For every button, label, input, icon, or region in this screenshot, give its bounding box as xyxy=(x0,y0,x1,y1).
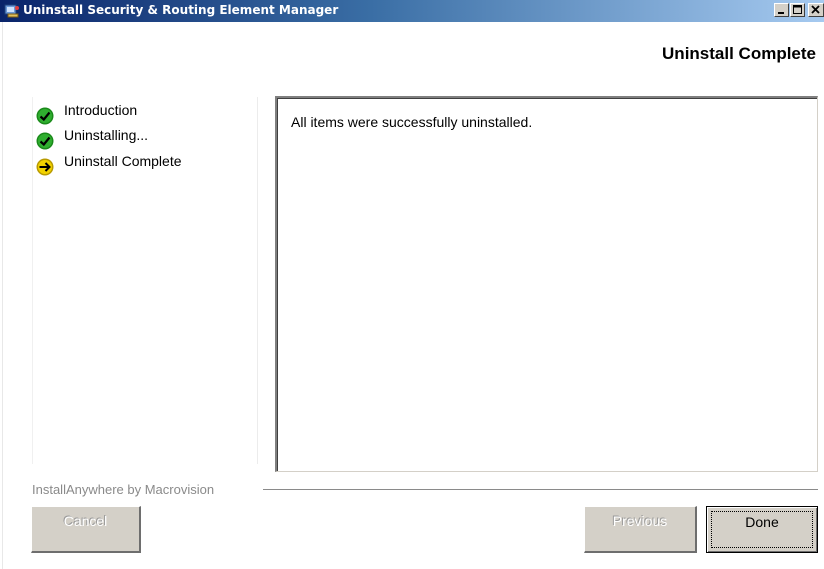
done-button[interactable]: Done xyxy=(706,506,818,553)
page-title: Uninstall Complete xyxy=(662,44,816,63)
footer-divider xyxy=(263,489,818,491)
maximize-button[interactable] xyxy=(790,3,805,17)
close-button[interactable] xyxy=(808,3,824,17)
cancel-button-label: Cancel xyxy=(63,513,108,529)
step-label: Uninstall Complete xyxy=(64,153,182,169)
done-button-label: Done xyxy=(745,514,779,530)
step-uninstall-complete: Uninstall Complete xyxy=(36,153,256,176)
brand-label: InstallAnywhere by Macrovision xyxy=(32,482,215,497)
status-message: All items were successfully uninstalled. xyxy=(291,114,533,130)
green-check-icon xyxy=(36,132,54,150)
window-title: Uninstall Security & Routing Element Man… xyxy=(23,3,339,17)
cancel-button[interactable]: Cancel xyxy=(31,506,141,553)
step-label: Uninstalling... xyxy=(64,127,149,143)
window-left-edge xyxy=(0,22,3,569)
content-panel: All items were successfully uninstalled. xyxy=(275,96,818,472)
installer-app-icon xyxy=(4,3,20,19)
previous-button-label: Previous xyxy=(612,513,668,529)
maximize-icon xyxy=(791,4,804,16)
minimize-button[interactable] xyxy=(774,3,789,17)
minimize-icon xyxy=(775,4,788,16)
steps-panel: Introduction Uninstalling... Uninstall C… xyxy=(32,97,258,464)
step-label: Introduction xyxy=(64,102,138,118)
previous-button[interactable]: Previous xyxy=(584,506,697,553)
window-titlebar[interactable]: Uninstall Security & Routing Element Man… xyxy=(0,0,824,22)
green-check-icon xyxy=(36,107,54,125)
step-introduction: Introduction xyxy=(36,102,256,125)
yellow-arrow-icon xyxy=(36,158,54,176)
step-uninstalling: Uninstalling... xyxy=(36,127,256,150)
close-icon xyxy=(809,4,823,16)
